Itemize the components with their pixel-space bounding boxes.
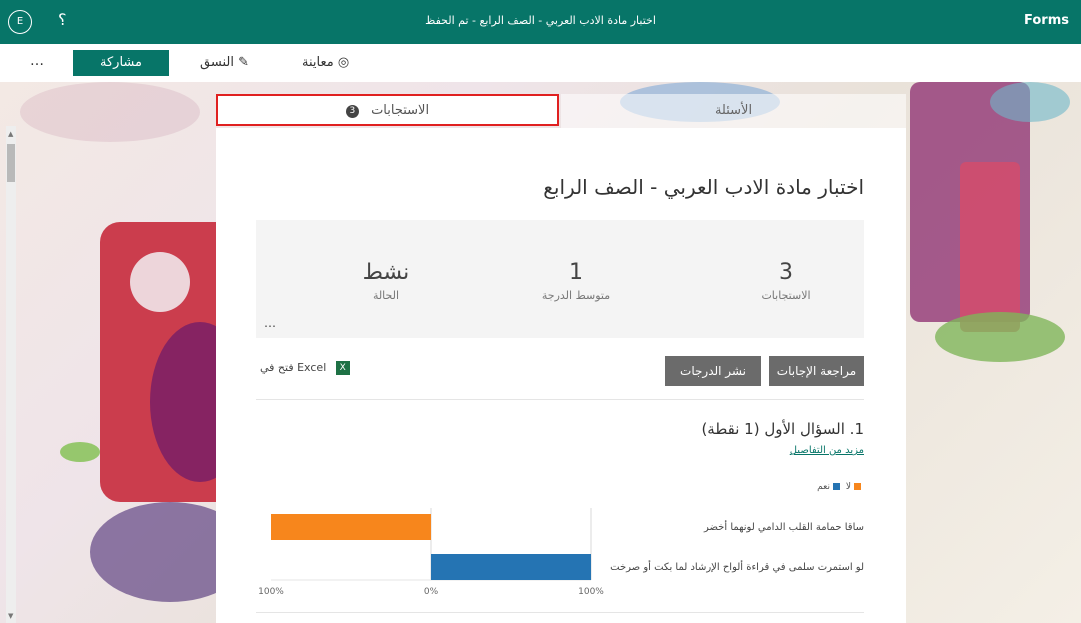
eye-icon: ◎ xyxy=(337,55,350,70)
responses-count-badge: 3 xyxy=(345,105,359,118)
theme-icon: ✎ xyxy=(238,55,249,70)
top-bar: E ؟ اختبار مادة الادب العربي - الصف الرا… xyxy=(0,0,1081,44)
theme-label: النسق xyxy=(200,55,234,70)
preview-label: معاينة xyxy=(302,55,334,70)
share-button[interactable]: مشاركة xyxy=(73,50,169,76)
x-tick-label-1: 100% xyxy=(258,587,284,597)
results-bar-chart: 100% 0% 100% xyxy=(258,508,604,597)
app-brand[interactable]: Forms xyxy=(1024,13,1069,28)
theme-button[interactable]: ✎ النسق xyxy=(200,55,249,70)
preview-button[interactable]: ◎ معاينة xyxy=(302,55,349,70)
responses-card: اختبار مادة الادب العربي - الصف الرابع 3… xyxy=(216,128,906,623)
x-tick-label-2: 0% xyxy=(424,587,439,597)
tab-bar: الاستجابات 3 الأسئلة xyxy=(216,94,906,128)
bar-no-1 xyxy=(271,514,431,540)
scrollbar[interactable] xyxy=(6,126,16,623)
tab-questions[interactable]: الأسئلة xyxy=(561,94,906,128)
command-bar: … مشاركة ✎ النسق ◎ معاينة xyxy=(0,44,1081,82)
document-title: اختبار مادة الادب العربي - الصف الرابع -… xyxy=(425,14,656,27)
tab-responses-label: الاستجابات xyxy=(371,103,430,118)
divider-bottom xyxy=(256,612,864,613)
scrollbar-thumb[interactable] xyxy=(7,144,15,182)
scroll-down-icon[interactable]: ▼ xyxy=(8,612,13,620)
x-tick-label-3: 100% xyxy=(578,587,604,597)
bar-yes-2 xyxy=(431,554,591,580)
tab-responses[interactable]: الاستجابات 3 xyxy=(216,94,559,126)
more-options-icon[interactable]: … xyxy=(30,53,44,69)
scroll-up-icon[interactable]: ▲ xyxy=(8,130,13,138)
